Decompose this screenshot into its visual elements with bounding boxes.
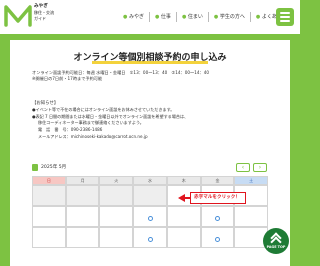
next-month-button[interactable]: › bbox=[253, 163, 267, 172]
email-address[interactable]: メールアドレス：michinoseki-kakado@carrot.ocn.ne… bbox=[38, 134, 148, 140]
dow-fri: 金 bbox=[200, 176, 235, 185]
menu-icon-bar bbox=[280, 16, 290, 18]
page-title: オンライン等個別相談予約の申し込み bbox=[73, 53, 227, 63]
calendar-day[interactable] bbox=[200, 227, 235, 248]
notice-bullet-2-cont: 移住コーディネーター事務まで御連絡くださいますよう。 bbox=[38, 120, 144, 125]
nav-item-students[interactable]: ● 学生の方へ bbox=[207, 12, 250, 22]
calendar-day bbox=[65, 227, 100, 248]
notice-heading: 【お知らせ】 bbox=[32, 101, 59, 106]
click-hint-callout: 赤字マルをクリック！ bbox=[190, 192, 246, 204]
calendar-day bbox=[99, 185, 134, 206]
global-nav: ● みやぎ ● 仕事 ● 住まい ● 学生の方へ ● よくある bbox=[118, 12, 287, 22]
dow-tue: 火 bbox=[99, 176, 134, 185]
calendar-day[interactable] bbox=[133, 227, 167, 248]
logo-icon[interactable] bbox=[4, 3, 32, 29]
calendar-day bbox=[99, 206, 134, 227]
calendar-day bbox=[166, 227, 201, 248]
calendar-day[interactable] bbox=[200, 206, 235, 227]
page-top-label: PAGE TOP bbox=[266, 245, 286, 249]
calendar-day bbox=[133, 185, 167, 206]
calendar-day bbox=[32, 185, 66, 206]
prev-month-button[interactable]: ‹ bbox=[236, 163, 250, 172]
calendar-week bbox=[32, 206, 269, 227]
phone-number: 電 話 番 号：090-2386-1486 bbox=[38, 127, 103, 132]
calendar-day bbox=[65, 185, 100, 206]
available-slot-icon[interactable] bbox=[147, 237, 153, 242]
calendar-grid: 日 月 火 水 木 金 土 bbox=[32, 176, 269, 248]
menu-icon-bar bbox=[280, 20, 290, 22]
nav-item-miyagi[interactable]: ● みやぎ bbox=[118, 12, 149, 22]
calendar-dow-row: 日 月 火 水 木 金 土 bbox=[32, 176, 269, 185]
calendar-day bbox=[32, 227, 66, 248]
calendar-day bbox=[99, 227, 134, 248]
available-slot-icon[interactable] bbox=[147, 216, 153, 221]
site-header: みやぎ 移住・交流 ガイド ● みやぎ ● 仕事 ● 住まい ● 学生の方へ ●… bbox=[0, 0, 300, 34]
dow-sat: 土 bbox=[234, 176, 269, 185]
calendar-icon bbox=[32, 164, 38, 171]
calendar-day bbox=[65, 206, 100, 227]
dow-mon: 月 bbox=[65, 176, 100, 185]
nav-item-housing[interactable]: ● 住まい bbox=[175, 12, 208, 22]
menu-icon-bar bbox=[280, 12, 290, 14]
logo-line-3: ガイド bbox=[34, 16, 46, 22]
notice-bullet-1: ●イベント等で不在の場合にはオンライン面談をお休みさせていただきます。 bbox=[32, 107, 175, 112]
page-top-button[interactable]: PAGE TOP bbox=[263, 228, 289, 254]
content-card: オンライン等個別相談予約の申し込み オンライン面談予約可能日：毎週 水曜日・金曜… bbox=[10, 40, 290, 266]
dow-thu: 木 bbox=[166, 176, 201, 185]
calendar-day[interactable] bbox=[133, 206, 167, 227]
calendar-week bbox=[32, 227, 269, 248]
calendar-day bbox=[234, 206, 269, 227]
available-slot-icon[interactable] bbox=[214, 216, 220, 221]
calendar-day bbox=[166, 206, 201, 227]
deadline-note: ※開催日の7日前・17時まで予約可能 bbox=[32, 76, 103, 81]
calendar-header: 2025年 5月 ‹ › bbox=[32, 163, 268, 173]
nav-item-work[interactable]: ● 仕事 bbox=[148, 12, 176, 22]
dow-sun: 日 bbox=[32, 176, 66, 185]
logo-text[interactable]: みやぎ 移住・交流 ガイド bbox=[34, 4, 54, 23]
dow-wed: 水 bbox=[133, 176, 167, 185]
menu-button[interactable] bbox=[276, 8, 294, 26]
available-slot-icon[interactable] bbox=[214, 237, 220, 242]
calendar-month: 2025年 5月 bbox=[41, 165, 67, 170]
calendar-day bbox=[32, 206, 66, 227]
